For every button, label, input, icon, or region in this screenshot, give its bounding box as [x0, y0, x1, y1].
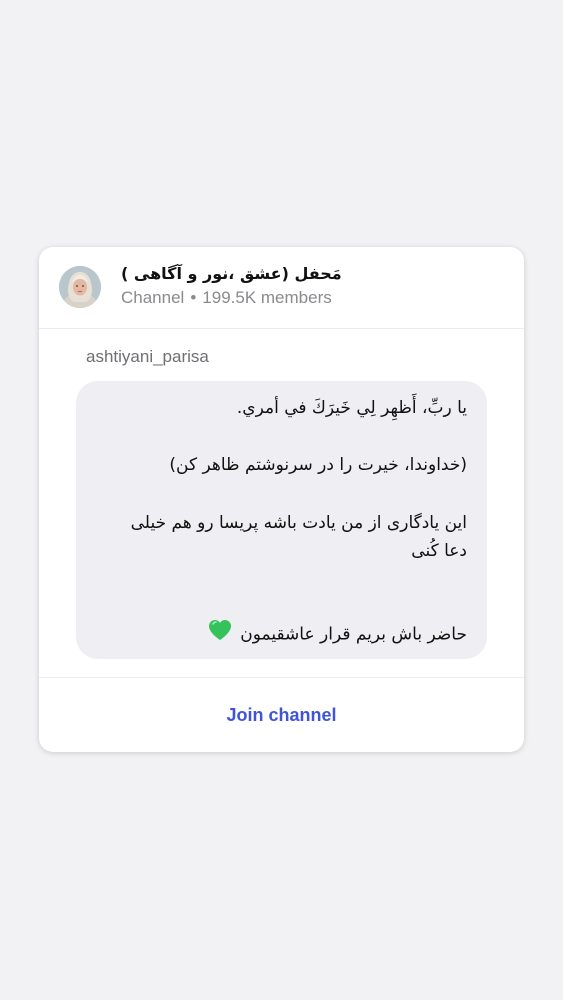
green-heart-icon: [208, 619, 232, 650]
message-line: این یادگاری از من یادت باشه پریسا رو هم …: [130, 513, 467, 533]
member-count: 199.5K members: [202, 288, 332, 307]
channel-title: مَحفل (عشق ،نور و آگاهی ): [121, 264, 342, 283]
message-line: يا ربِّ، أَظهِر لِي خَيرَكَ في أمري.: [236, 398, 467, 418]
join-channel-button[interactable]: Join channel: [39, 678, 524, 752]
channel-type: Channel: [121, 288, 185, 307]
message-line: (خداوندا، خیرت را در سرنوشتم ظاهر کن): [169, 455, 467, 475]
message-line: دعا کُنی: [411, 541, 467, 561]
channel-subtitle: Channel • 199.5K members: [121, 288, 332, 308]
separator-dot: •: [190, 288, 197, 307]
message-bubble: يا ربِّ، أَظهِر لِي خَيرَكَ في أمري. (خد…: [76, 381, 487, 659]
channel-preview-card: مَحفل (عشق ،نور و آگاهی ) Channel • 199.5K…: [39, 247, 524, 752]
channel-header[interactable]: مَحفل (عشق ،نور و آگاهی ) Channel • 199.5K…: [39, 247, 524, 329]
channel-avatar[interactable]: [59, 266, 101, 308]
post-author[interactable]: ashtiyani_parisa: [86, 347, 209, 367]
message-last-line: حاضر باش بریم قرار عاشقیمون: [208, 619, 467, 650]
message-line: حاضر باش بریم قرار عاشقیمون: [240, 624, 467, 645]
